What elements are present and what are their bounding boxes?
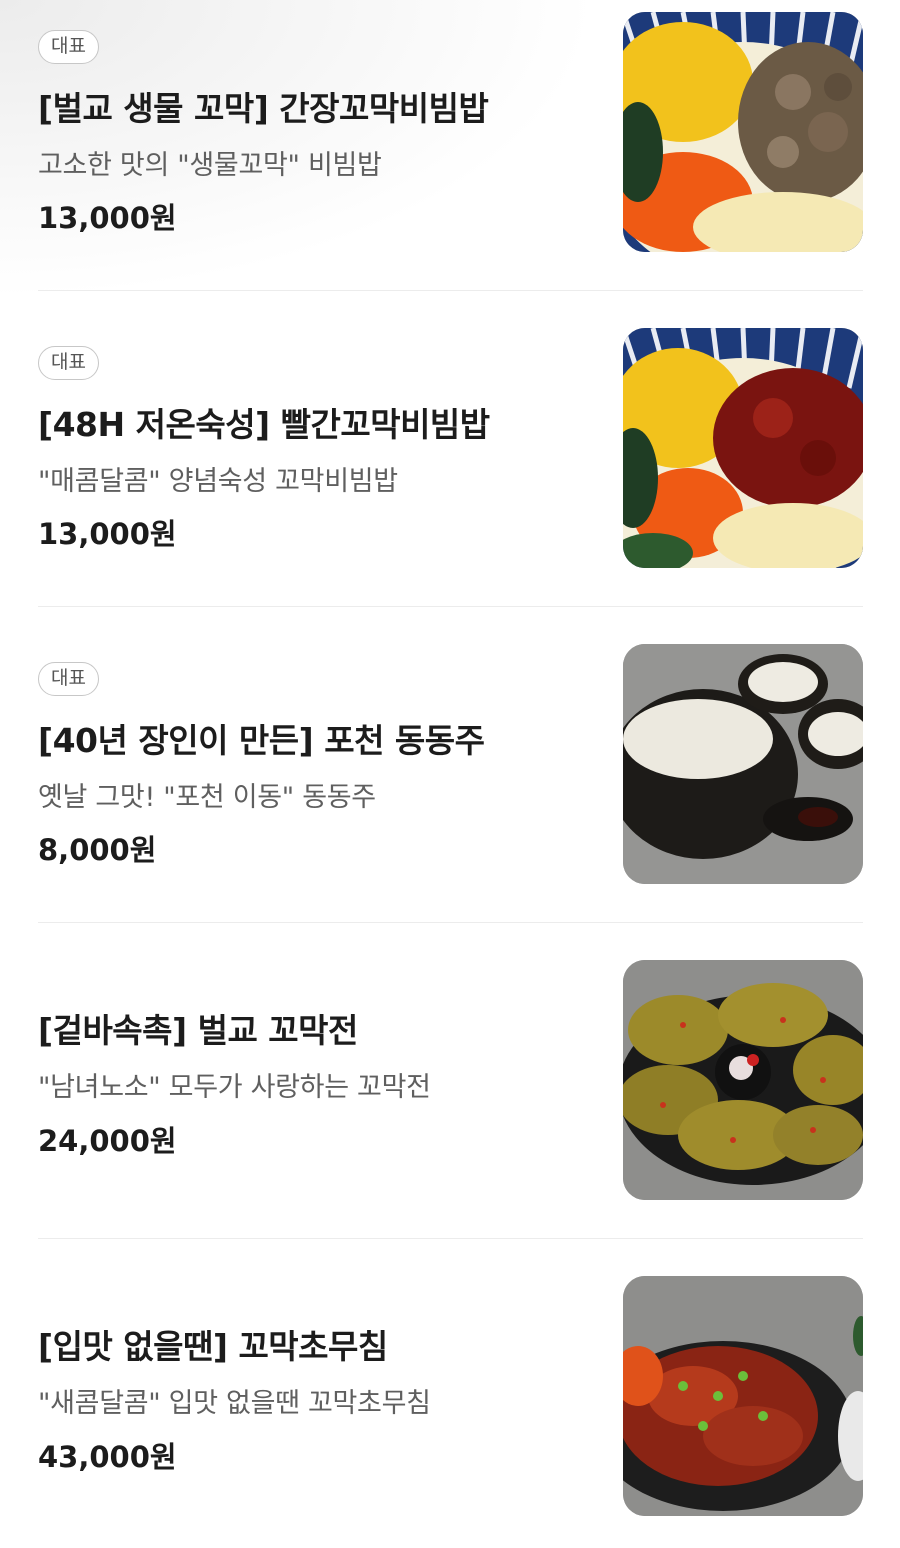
menu-item[interactable]: 대표 [벌교 생물 꼬막] 간장꼬막비빔밥 고소한 맛의 "생물꼬막" 비빔밥 … (38, 0, 863, 252)
dongdongju-photo[interactable] (623, 644, 863, 884)
cockle-pancake-photo[interactable] (623, 960, 863, 1200)
menu-item-title: [벌교 생물 꼬막] 간장꼬막비빔밥 (38, 89, 489, 128)
menu-item-price: 13,000원 (38, 517, 177, 551)
spicy-cockle-bibimbap-photo[interactable] (623, 328, 863, 568)
menu-item-title: [겉바속촉] 벌교 꼬막전 (38, 1011, 358, 1050)
divider (38, 290, 863, 291)
menu-item-info: 대표 [벌교 생물 꼬막] 간장꼬막비빔밥 고소한 맛의 "생물꼬막" 비빔밥 … (38, 0, 598, 240)
menu-item-price: 24,000원 (38, 1124, 177, 1158)
divider (38, 1238, 863, 1239)
menu-item-title: [입맛 없을땐] 꼬막초무침 (38, 1327, 388, 1366)
menu-item-description: "새콤달콤" 입맛 없을땐 꼬막초무침 (38, 1388, 431, 1419)
menu-item-info: [겉바속촉] 벌교 꼬막전 "남녀노소" 모두가 사랑하는 꼬막전 24,000… (38, 948, 598, 1188)
menu-list: 대표 [벌교 생물 꼬막] 간장꼬막비빔밥 고소한 맛의 "생물꼬막" 비빔밥 … (0, 0, 900, 1548)
menu-item[interactable]: 대표 [40년 장인이 만든] 포천 동동주 옛날 그맛! "포천 이동" 동동… (38, 632, 863, 884)
menu-item-info: [입맛 없을땐] 꼬막초무침 "새콤달콤" 입맛 없을땐 꼬막초무침 43,00… (38, 1264, 598, 1504)
menu-item-title: [48H 저온숙성] 빨간꼬막비빔밥 (38, 405, 490, 444)
menu-item[interactable]: [겉바속촉] 벌교 꼬막전 "남녀노소" 모두가 사랑하는 꼬막전 24,000… (38, 948, 863, 1200)
cockle-salad-photo[interactable] (623, 1276, 863, 1516)
menu-item-price: 43,000원 (38, 1440, 177, 1474)
menu-item-description: 옛날 그맛! "포천 이동" 동동주 (38, 782, 376, 813)
menu-item-description: "매콤달콤" 양념숙성 꼬막비빔밥 (38, 466, 398, 497)
signature-badge: 대표 (38, 662, 99, 696)
menu-item-description: 고소한 맛의 "생물꼬막" 비빔밥 (38, 150, 382, 181)
signature-badge: 대표 (38, 346, 99, 380)
menu-item-info: 대표 [40년 장인이 만든] 포천 동동주 옛날 그맛! "포천 이동" 동동… (38, 632, 598, 872)
signature-badge: 대표 (38, 30, 99, 64)
menu-item[interactable]: [입맛 없을땐] 꼬막초무침 "새콤달콤" 입맛 없을땐 꼬막초무침 43,00… (38, 1264, 863, 1516)
menu-item[interactable]: 대표 [48H 저온숙성] 빨간꼬막비빔밥 "매콤달콤" 양념숙성 꼬막비빔밥 … (38, 316, 863, 568)
menu-item-description: "남녀노소" 모두가 사랑하는 꼬막전 (38, 1072, 431, 1103)
divider (38, 606, 863, 607)
divider (38, 922, 863, 923)
soy-cockle-bibimbap-photo[interactable] (623, 12, 863, 252)
menu-item-price: 8,000원 (38, 833, 157, 867)
menu-item-price: 13,000원 (38, 201, 177, 235)
menu-item-info: 대표 [48H 저온숙성] 빨간꼬막비빔밥 "매콤달콤" 양념숙성 꼬막비빔밥 … (38, 316, 598, 556)
menu-item-title: [40년 장인이 만든] 포천 동동주 (38, 721, 485, 760)
